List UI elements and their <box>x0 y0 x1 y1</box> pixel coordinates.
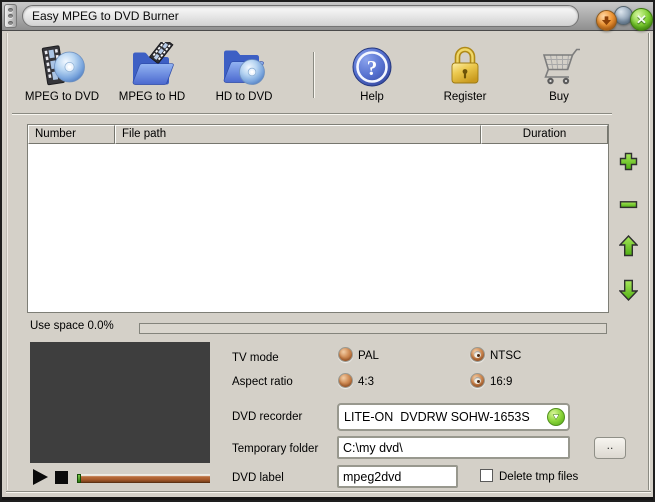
padlock-icon <box>441 42 489 90</box>
seek-slider[interactable] <box>77 474 210 483</box>
hd-to-dvd-button[interactable]: HD to DVD <box>200 42 288 106</box>
chevron-down-icon <box>552 414 560 420</box>
arrow-down-icon <box>618 279 639 302</box>
radio-16-9-label: 16:9 <box>490 376 513 388</box>
minimize-button[interactable] <box>596 10 617 31</box>
dvd-label-label: DVD label <box>232 472 284 484</box>
radio-pal-label: PAL <box>358 350 379 362</box>
radio-ntsc[interactable] <box>470 347 485 362</box>
remove-file-button[interactable] <box>619 197 639 215</box>
down-arrow-icon <box>601 16 612 26</box>
folder-film-icon <box>128 37 176 90</box>
video-preview <box>30 342 210 463</box>
use-space-label: Use space 0.0% <box>30 320 114 332</box>
delete-tmp-files-label: Delete tmp files <box>499 471 579 483</box>
help-icon: ? <box>348 42 396 90</box>
add-file-button[interactable] <box>619 152 639 176</box>
svg-text:?: ? <box>367 56 378 80</box>
dvd-recorder-value: LITE-ON DVDRW SOHW-1653S <box>344 410 530 424</box>
window-title: Easy MPEG to DVD Burner <box>32 9 179 23</box>
toolbar-label: MPEG to HD <box>118 91 186 103</box>
film-disc-icon <box>38 42 86 90</box>
register-button[interactable]: Register <box>421 42 509 106</box>
radio-16-9[interactable] <box>470 373 485 388</box>
radio-ntsc-label: NTSC <box>490 350 522 362</box>
help-button[interactable]: ? Help <box>328 42 416 106</box>
seek-slider-thumb[interactable] <box>77 474 81 483</box>
dvd-recorder-label: DVD recorder <box>232 411 303 423</box>
mpeg-to-hd-button[interactable]: MPEG to HD <box>108 37 196 106</box>
temporary-folder-input[interactable] <box>337 436 570 459</box>
dvd-label-input[interactable] <box>337 465 458 488</box>
browse-label: .. <box>606 438 614 452</box>
file-list: Number File path Duration <box>27 124 609 313</box>
aspect-ratio-label: Aspect ratio <box>232 376 293 388</box>
buy-button[interactable]: Buy <box>515 42 603 106</box>
close-icon: ✕ <box>636 11 647 27</box>
radio-pal[interactable] <box>338 347 353 362</box>
left-frame-groove <box>6 33 8 490</box>
toolbar-label: Help <box>360 91 384 103</box>
bottom-frame-groove <box>6 491 651 493</box>
move-up-button[interactable] <box>618 234 639 262</box>
right-frame-groove <box>648 33 650 490</box>
tv-mode-label: TV mode <box>232 352 279 364</box>
plus-icon <box>619 152 638 171</box>
browse-folder-button[interactable]: .. <box>594 437 626 459</box>
column-header-filepath[interactable]: File path <box>115 125 481 144</box>
toolbar-separator <box>313 52 315 98</box>
folder-disc-icon <box>220 42 268 90</box>
cart-icon <box>535 42 583 90</box>
radio-4-3-label: 4:3 <box>358 376 374 388</box>
temporary-folder-label: Temporary folder <box>232 443 319 455</box>
minus-icon <box>619 201 638 209</box>
delete-tmp-files-checkbox[interactable] <box>480 469 493 482</box>
toolbar-label: Buy <box>549 91 569 103</box>
radio-4-3[interactable] <box>338 373 353 388</box>
titlebar[interactable]: Easy MPEG to DVD Burner ✕ <box>2 2 653 31</box>
arrow-up-icon <box>618 234 639 257</box>
use-space-progressbar <box>139 323 607 334</box>
dvd-recorder-select[interactable]: LITE-ON DVDRW SOHW-1653S <box>337 403 570 431</box>
move-down-button[interactable] <box>618 279 639 306</box>
toolbar-label: HD to DVD <box>215 91 273 103</box>
column-header-number[interactable]: Number <box>28 125 115 144</box>
file-list-header: Number File path Duration <box>28 125 608 144</box>
mpeg-to-dvd-button[interactable]: MPEG to DVD <box>18 42 106 106</box>
close-button[interactable]: ✕ <box>630 8 653 31</box>
toolbar-label: MPEG to DVD <box>24 91 100 103</box>
titlebar-grip-icon <box>4 4 17 28</box>
dropdown-button[interactable] <box>547 408 565 426</box>
toolbar-divider <box>12 113 612 115</box>
app-window: Easy MPEG to DVD Burner ✕ MPEG to DVD MP… <box>0 0 655 502</box>
file-list-body[interactable] <box>28 144 608 312</box>
play-icon[interactable] <box>33 469 48 485</box>
window-bottom-edge <box>2 497 653 500</box>
toolbar-label: Register <box>443 91 487 103</box>
stop-icon[interactable] <box>55 471 68 484</box>
titlebar-inset: Easy MPEG to DVD Burner <box>22 5 579 27</box>
column-header-duration[interactable]: Duration <box>481 125 608 144</box>
